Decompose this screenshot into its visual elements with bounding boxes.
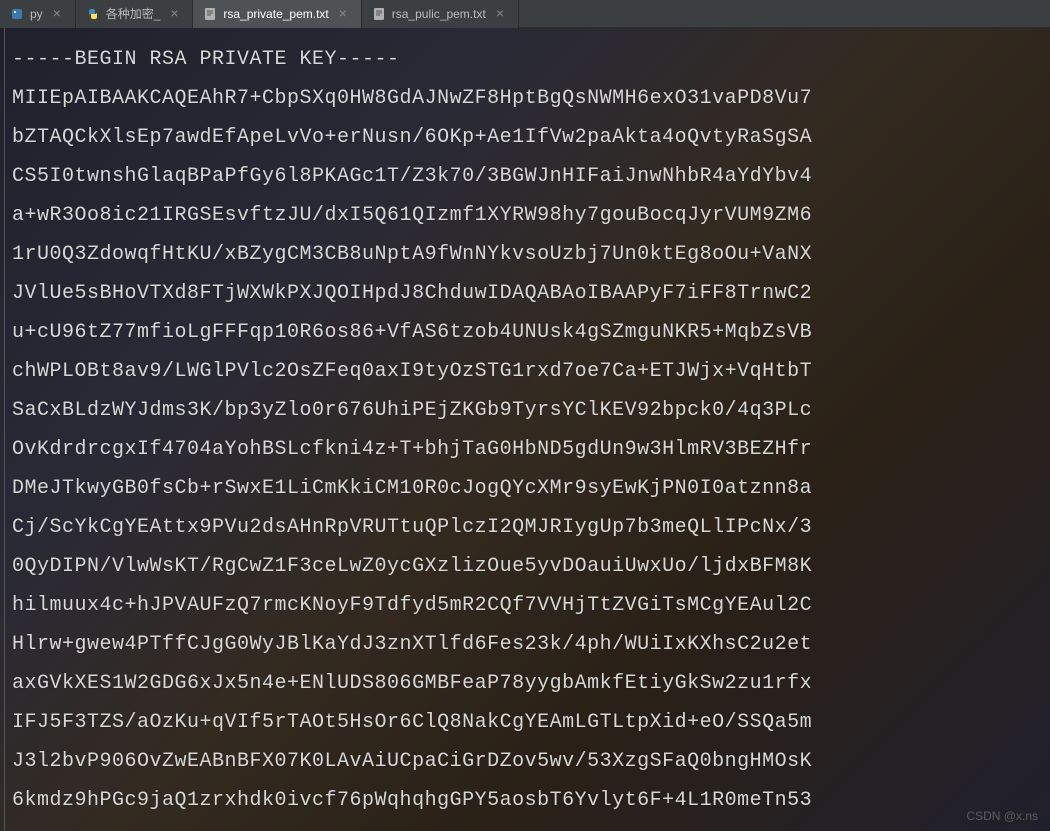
code-line: JVlUe5sBHoVTXd8FTjWXWkPXJQOIHpdJ8ChduwID… <box>12 274 1046 313</box>
code-line: CS5I0twnshGlaqBPaPfGy6l8PKAGc1T/Z3k70/3B… <box>12 157 1046 196</box>
python-icon <box>86 7 100 21</box>
code-line: 1rU0Q3ZdowqfHtKU/xBZygCM3CB8uNptA9fWnNYk… <box>12 235 1046 274</box>
editor-content[interactable]: -----BEGIN RSA PRIVATE KEY----- MIIEpAIB… <box>0 28 1050 831</box>
watermark: CSDN @x.ns <box>966 809 1038 823</box>
code-line: bZTAQCkXlsEp7awdEfApeLvVo+erNusn/6OKp+Ae… <box>12 118 1046 157</box>
code-line: chWPLOBt8av9/LWGlPVlc2OsZFeq0axI9tyOzSTG… <box>12 352 1046 391</box>
code-line: axGVkXES1W2GDG6xJx5n4e+ENlUDS806GMBFeaP7… <box>12 664 1046 703</box>
tab-bar: py × 各种加密_ × rsa_private_pem.txt × rsa_p… <box>0 0 1050 28</box>
code-line: DMeJTkwyGB0fsCb+rSwxE1LiCmKkiCM10R0cJogQ… <box>12 469 1046 508</box>
code-line: 0QyDIPN/VlwWsKT/RgCwZ1F3ceLwZ0ycGXzlizOu… <box>12 547 1046 586</box>
close-icon[interactable]: × <box>496 8 508 20</box>
tab-encryption[interactable]: 各种加密_ × <box>76 0 194 28</box>
code-line: Cj/ScYkCgYEAttx9PVu2dsAHnRpVRUTtuQPlczI2… <box>12 508 1046 547</box>
code-line: hilmuux4c+hJPVAUFzQ7rmcKNoyF9Tdfyd5mR2CQ… <box>12 586 1046 625</box>
tab-label: 各种加密_ <box>106 5 161 22</box>
code-line: OvKdrdrcgxIf4704aYohBSLcfkni4z+T+bhjTaG0… <box>12 430 1046 469</box>
code-line: J3l2bvP906OvZwEABnBFX07K0LAvAiUCpaCiGrDZ… <box>12 742 1046 781</box>
code-line: 6kmdz9hPGc9jaQ1zrxhdk0ivcf76pWqhqhgGPY5a… <box>12 781 1046 820</box>
tab-py[interactable]: py × <box>0 0 76 28</box>
close-icon[interactable]: × <box>53 8 65 20</box>
tab-label: rsa_private_pem.txt <box>223 7 328 21</box>
close-icon[interactable]: × <box>170 8 182 20</box>
code-line: u+cU96tZ77mfioLgFFFqp10R6os86+VfAS6tzob4… <box>12 313 1046 352</box>
text-file-icon <box>203 7 217 21</box>
tab-rsa-public[interactable]: rsa_pulic_pem.txt × <box>362 0 519 28</box>
code-line: MIIEpAIBAAKCAQEAhR7+CbpSXq0HW8GdAJNwZF8H… <box>12 79 1046 118</box>
code-line: Hlrw+gwew4PTffCJgG0WyJBlKaYdJ3znXTlfd6Fe… <box>12 625 1046 664</box>
text-file-icon <box>372 7 386 21</box>
tab-rsa-private[interactable]: rsa_private_pem.txt × <box>193 0 361 28</box>
code-line: -----BEGIN RSA PRIVATE KEY----- <box>12 40 1046 79</box>
code-line: a+wR3Oo8ic21IRGSEsvftzJU/dxI5Q61QIzmf1XY… <box>12 196 1046 235</box>
code-line: SaCxBLdzWYJdms3K/bp3yZlo0r676UhiPEjZKGb9… <box>12 391 1046 430</box>
tab-label: py <box>30 7 43 21</box>
close-icon[interactable]: × <box>339 8 351 20</box>
tab-label: rsa_pulic_pem.txt <box>392 7 486 21</box>
code-line: IFJ5F3TZS/aOzKu+qVIf5rTAOt5HsOr6ClQ8NakC… <box>12 703 1046 742</box>
python-icon <box>10 7 24 21</box>
